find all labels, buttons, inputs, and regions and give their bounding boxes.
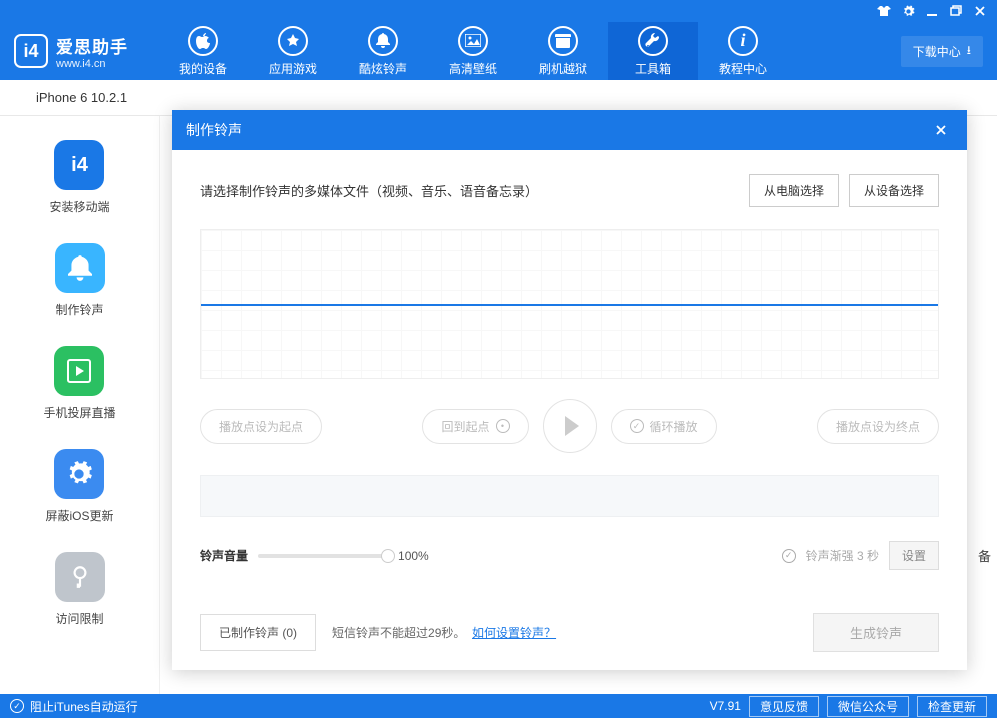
image-icon xyxy=(458,26,488,56)
logo[interactable]: i4 爱思助手 www.i4.cn xyxy=(14,33,128,70)
play-icon xyxy=(565,416,579,436)
titlebar xyxy=(0,0,997,22)
from-device-button[interactable]: 从设备选择 xyxy=(849,174,939,207)
how-to-set-link[interactable]: 如何设置铃声？ xyxy=(472,626,556,640)
background-peek-text: 备 xyxy=(978,546,991,565)
check-icon: ✓ xyxy=(630,419,644,433)
preview-area xyxy=(200,475,939,517)
nav-my-device[interactable]: 我的设备 xyxy=(158,22,248,80)
volume-slider[interactable] xyxy=(258,554,388,558)
set-end-button[interactable]: 播放点设为终点 xyxy=(817,409,939,444)
set-start-button[interactable]: 播放点设为起点 xyxy=(200,409,322,444)
restore-button[interactable] xyxy=(945,2,967,20)
make-ringtone-modal: 制作铃声 请选择制作铃声的多媒体文件（视频、音乐、语音备忘录） 从电脑选择 从设… xyxy=(172,110,967,670)
modal-header: 制作铃声 xyxy=(172,110,967,150)
gear-icon xyxy=(54,449,104,499)
bell-icon xyxy=(55,243,105,293)
check-icon: ✓ xyxy=(782,549,796,563)
feedback-button[interactable]: 意见反馈 xyxy=(749,696,819,717)
select-file-prompt: 请选择制作铃声的多媒体文件（视频、音乐、语音备忘录） xyxy=(200,181,538,200)
nav-ringtones[interactable]: 酷炫铃声 xyxy=(338,22,428,80)
nav-apps-games[interactable]: 应用游戏 xyxy=(248,22,338,80)
header: i4 爱思助手 www.i4.cn 我的设备 应用游戏 酷炫铃声 高清壁纸 刷机… xyxy=(0,22,997,80)
minimize-button[interactable] xyxy=(921,2,943,20)
main-nav: 我的设备 应用游戏 酷炫铃声 高清壁纸 刷机越狱 工具箱 i教程中心 xyxy=(158,22,788,80)
sidebar-make-ringtone[interactable]: 制作铃声 xyxy=(55,243,105,318)
sidebar-install-mobile[interactable]: i4安装移动端 xyxy=(49,140,109,215)
wechat-button[interactable]: 微信公众号 xyxy=(827,696,909,717)
app-name: 爱思助手 xyxy=(56,33,128,58)
fade-label: 铃声渐强 3 秒 xyxy=(806,547,879,564)
generate-ringtone-button[interactable]: 生成铃声 xyxy=(813,613,939,652)
marker-icon: • xyxy=(496,419,510,433)
modal-close-button[interactable] xyxy=(929,118,953,142)
volume-label: 铃声音量 xyxy=(200,547,248,564)
sidebar: i4安装移动端 制作铃声 手机投屏直播 屏蔽iOS更新 访问限制 xyxy=(0,116,160,694)
key-icon xyxy=(55,552,105,602)
sidebar-access-restriction[interactable]: 访问限制 xyxy=(55,552,105,627)
version-label: V7.91 xyxy=(710,699,741,713)
itunes-block-toggle[interactable]: 阻止iTunes自动运行 xyxy=(30,698,138,715)
settings-button[interactable] xyxy=(897,2,919,20)
nav-flash-jailbreak[interactable]: 刷机越狱 xyxy=(518,22,608,80)
back-to-start-button[interactable]: 回到起点• xyxy=(422,409,528,444)
skin-button[interactable] xyxy=(873,2,895,20)
loop-play-button[interactable]: ✓循环播放 xyxy=(611,409,717,444)
sidebar-block-ios-update[interactable]: 屏蔽iOS更新 xyxy=(45,449,113,524)
bell-icon xyxy=(368,26,398,56)
made-ringtones-button[interactable]: 已制作铃声 (0) xyxy=(200,614,316,651)
close-button[interactable] xyxy=(969,2,991,20)
logo-badge-icon: i4 xyxy=(14,34,48,68)
download-center-button[interactable]: 下载中心⭳ xyxy=(901,36,983,67)
download-icon: ⭳ xyxy=(967,41,971,62)
app-url: www.i4.cn xyxy=(56,58,128,70)
box-icon xyxy=(548,26,578,56)
statusbar: ✓ 阻止iTunes自动运行 V7.91 意见反馈 微信公众号 检查更新 xyxy=(0,694,997,718)
i4-icon: i4 xyxy=(54,140,104,190)
nav-wallpapers[interactable]: 高清壁纸 xyxy=(428,22,518,80)
check-icon: ✓ xyxy=(10,699,24,713)
modal-title: 制作铃声 xyxy=(186,120,242,140)
appstore-icon xyxy=(278,26,308,56)
volume-value: 100% xyxy=(398,549,429,563)
check-update-button[interactable]: 检查更新 xyxy=(917,696,987,717)
sidebar-screen-mirror[interactable]: 手机投屏直播 xyxy=(43,346,115,421)
from-pc-button[interactable]: 从电脑选择 xyxy=(749,174,839,207)
info-icon: i xyxy=(728,26,758,56)
tools-icon xyxy=(638,26,668,56)
nav-tutorials[interactable]: i教程中心 xyxy=(698,22,788,80)
nav-toolbox[interactable]: 工具箱 xyxy=(608,22,698,80)
hint-text: 短信铃声不能超过29秒。 如何设置铃声？ xyxy=(332,624,556,641)
play-icon xyxy=(54,346,104,396)
waveform-area[interactable] xyxy=(200,229,939,379)
fade-settings-button[interactable]: 设置 xyxy=(889,541,939,570)
play-button[interactable] xyxy=(543,399,597,453)
apple-icon xyxy=(188,26,218,56)
device-tab[interactable]: iPhone 6 10.2.1 xyxy=(20,80,143,115)
